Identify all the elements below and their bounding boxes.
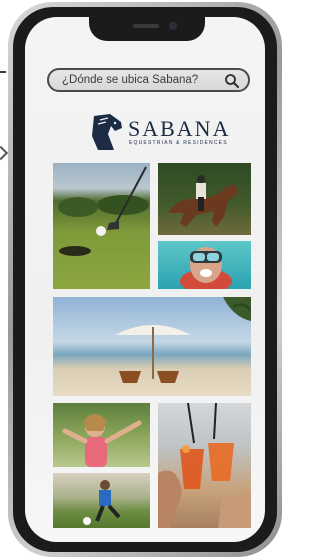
horse-head-logo-icon <box>92 114 122 150</box>
phone-screen: ¿Dónde se ubica Sabana? SABANA EQUESTRIA… <box>25 17 265 542</box>
photo-snorkeling[interactable] <box>158 241 251 289</box>
photo-beach[interactable] <box>53 297 251 396</box>
search-icon[interactable] <box>224 73 240 89</box>
photo-kids-playing[interactable] <box>53 403 150 467</box>
photo-drinks[interactable] <box>158 403 251 528</box>
camera-icon <box>169 22 177 30</box>
search-input[interactable]: ¿Dónde se ubica Sabana? <box>62 74 198 86</box>
phone-frame: ¿Dónde se ubica Sabana? SABANA EQUESTRIA… <box>8 2 282 557</box>
search-bar[interactable]: ¿Dónde se ubica Sabana? <box>47 68 250 92</box>
phone-notch <box>89 17 205 41</box>
photo-soccer[interactable] <box>53 473 150 528</box>
photo-golf[interactable] <box>53 163 150 289</box>
brand-tagline: EQUESTRIAN & RESIDENCES <box>129 140 228 146</box>
photo-horse-riding[interactable] <box>158 163 251 235</box>
brand-name: SABANA <box>128 116 231 141</box>
chevron-marker-icon <box>0 145 9 161</box>
